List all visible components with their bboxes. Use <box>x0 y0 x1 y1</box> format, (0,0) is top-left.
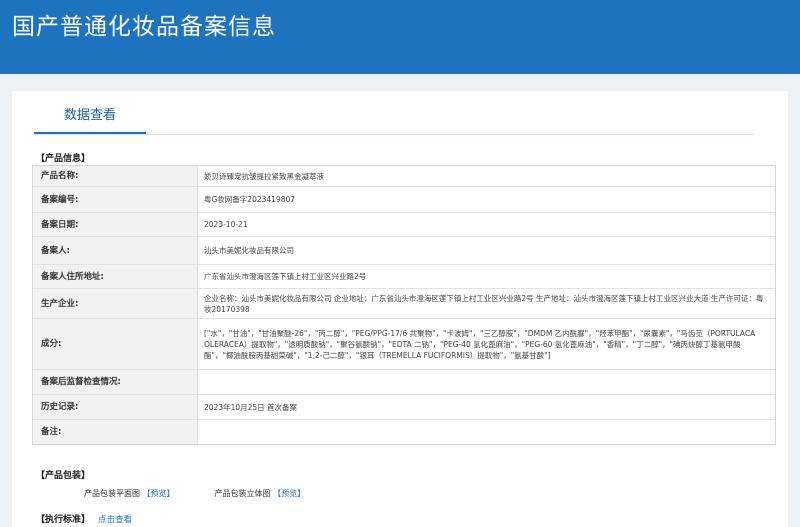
table-row: 备案人住所地址: 广东省汕头市澄海区莲下镇上村工业区兴业路2号 <box>33 265 775 289</box>
row-label: 生产企业: <box>33 289 198 318</box>
tab-divider <box>34 134 754 135</box>
row-label: 备案人住所地址: <box>33 265 198 288</box>
row-label: 备案人: <box>33 237 198 264</box>
packaging-item-label: 产品包装立体图 <box>214 489 271 498</box>
table-row: 历史记录: 2023年10月25日 首次备案 <box>33 395 775 420</box>
row-value: 企业名称：汕头市美妮化妆品有限公司 企业地址：广东省汕头市澄海区莲下镇上村工业区… <box>204 293 764 314</box>
standard-row: 【执行标准】 点击查看 <box>36 512 132 526</box>
packaging-item-label: 产品包装平面图 <box>84 489 140 498</box>
packaging-list: 产品包装平面图 【预览】 产品包装立体图 【预览】 <box>84 488 305 499</box>
row-label: 备案后监督检查情况: <box>33 370 198 394</box>
standard-section-label: 【执行标准】 <box>36 515 91 525</box>
row-value <box>198 370 775 394</box>
packaging-section-label: 【产品包装】 <box>36 471 91 481</box>
row-value: 汕头市美妮化妆品有限公司 <box>204 246 294 255</box>
table-row: 成分: ["水"，"甘油"，"甘油聚醚-26"，"丙二醇"，"PEG/PPG-1… <box>33 319 775 370</box>
view-standard-link[interactable]: 点击查看 <box>98 513 132 525</box>
table-row: 产品名称: 娇贝诗臻宠抗皱提拉紧致黑金凝萃液 <box>33 166 775 187</box>
row-label: 历史记录: <box>33 395 198 419</box>
row-label: 备案编号: <box>33 187 198 212</box>
table-row: 备注: <box>33 420 775 444</box>
row-value: ["水"，"甘油"，"甘油聚醚-26"，"丙二醇"，"PEG/PPG-17/6 … <box>204 328 756 360</box>
packaging-item: 产品包装平面图 【预览】 <box>84 488 175 499</box>
content-panel: 数据查看 【产品信息】 产品名称: 娇贝诗臻宠抗皱提拉紧致黑金凝萃液 备案编号:… <box>12 91 788 527</box>
tab-data-view[interactable]: 数据查看 <box>34 104 146 134</box>
preview-link-flat[interactable]: 【预览】 <box>143 489 175 498</box>
row-label: 成分: <box>33 319 198 369</box>
table-row: 备案日期: 2023-10-21 <box>33 213 775 237</box>
row-value <box>198 420 775 444</box>
product-info-section-label: 【产品信息】 <box>36 154 91 164</box>
product-info-table: 产品名称: 娇贝诗臻宠抗皱提拉紧致黑金凝萃液 备案编号: 粤G妆网备字20234… <box>32 165 776 445</box>
row-label: 产品名称: <box>33 166 198 186</box>
row-label: 备案日期: <box>33 213 198 236</box>
table-row: 备案编号: 粤G妆网备字2023419807 <box>33 187 775 213</box>
preview-link-3d[interactable]: 【预览】 <box>273 489 305 498</box>
row-value: 2023年10月25日 首次备案 <box>204 402 298 412</box>
row-value: 2023-10-21 <box>204 220 248 229</box>
row-value: 娇贝诗臻宠抗皱提拉紧致黑金凝萃液 <box>204 171 324 181</box>
packaging-item: 产品包装立体图 【预览】 <box>215 488 306 499</box>
row-value: 粤G妆网备字2023419807 <box>204 195 296 204</box>
table-row: 生产企业: 企业名称：汕头市美妮化妆品有限公司 企业地址：广东省汕头市澄海区莲下… <box>33 289 775 319</box>
table-row: 备案人: 汕头市美妮化妆品有限公司 <box>33 237 775 265</box>
table-row: 备案后监督检查情况: <box>33 370 775 395</box>
row-label: 备注: <box>33 420 198 444</box>
page-title: 国产普通化妆品备案信息 <box>12 14 276 40</box>
row-value: 广东省汕头市澄海区莲下镇上村工业区兴业路2号 <box>204 272 367 281</box>
page-header: 国产普通化妆品备案信息 <box>0 0 800 74</box>
